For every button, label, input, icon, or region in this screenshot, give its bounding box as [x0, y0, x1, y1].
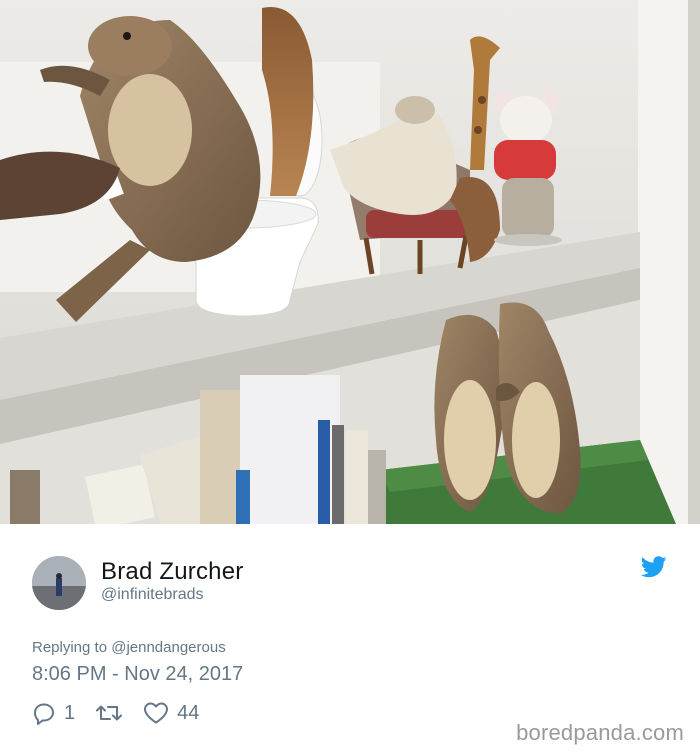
replying-to[interactable]: Replying to @jenndangerous	[32, 639, 226, 656]
reply-icon	[34, 703, 54, 725]
reply-button[interactable]: 1	[32, 701, 75, 725]
twitter-bird-icon[interactable]	[640, 556, 667, 578]
shelf-photo	[0, 0, 700, 524]
like-button[interactable]: 44	[143, 701, 199, 725]
like-count: 44	[177, 701, 200, 724]
avatar-image	[32, 556, 86, 610]
reply-count: 1	[64, 701, 76, 724]
tweet-timestamp[interactable]: 8:06 PM - Nov 24, 2017	[32, 663, 243, 686]
watermark: boredpanda.com	[516, 720, 684, 745]
tweet-actions: 1 44	[32, 700, 219, 726]
retweet-button[interactable]	[95, 701, 123, 725]
author-name[interactable]: Brad Zurcher	[101, 558, 243, 586]
avatar[interactable]	[32, 556, 86, 610]
tweet-card: Brad Zurcher @infinitebrads Replying to …	[0, 524, 700, 756]
photo-illustration	[0, 0, 700, 524]
retweet-icon	[96, 705, 123, 721]
heart-icon	[144, 702, 169, 724]
author-handle[interactable]: @infinitebrads	[101, 586, 204, 604]
